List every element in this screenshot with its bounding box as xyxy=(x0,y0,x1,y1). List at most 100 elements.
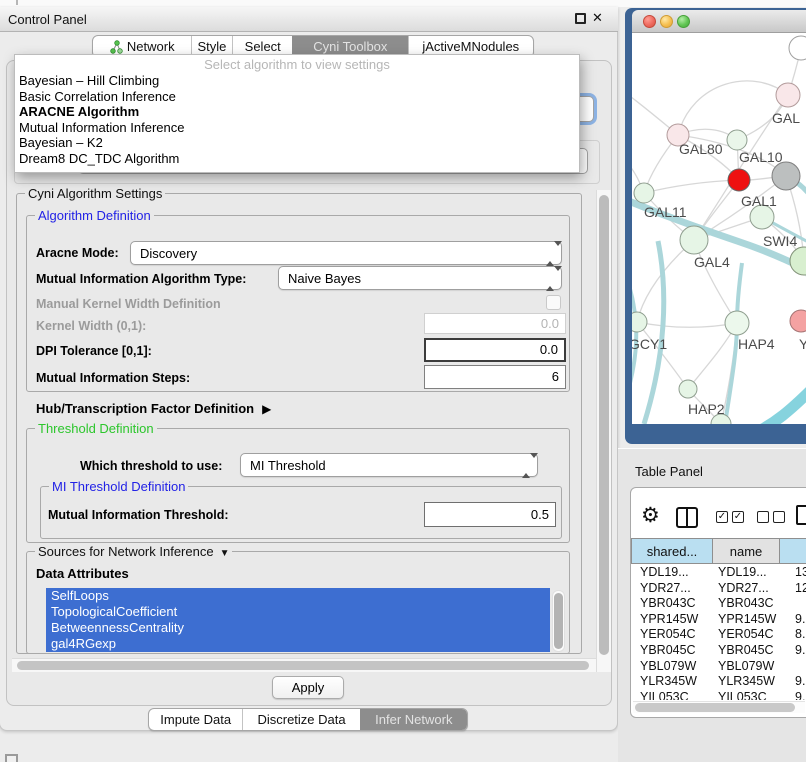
node-label: SWI4 xyxy=(763,233,797,249)
table-cell: YDR27... xyxy=(631,581,712,597)
bottom-tabs: Impute Data Discretize Data Infer Networ… xyxy=(148,708,468,731)
table-row[interactable]: YBR045CYBR045C9. xyxy=(631,643,806,659)
sources-legend: Sources for Network Inference▼ xyxy=(35,544,232,559)
column-layout-icon[interactable] xyxy=(676,507,698,528)
network-node-gal[interactable] xyxy=(776,83,800,107)
table-row[interactable]: YER054CYER054C8. xyxy=(631,627,806,643)
attributes-list-scrollbar[interactable] xyxy=(552,590,565,652)
table-cell: YDL19... xyxy=(631,565,712,581)
aracne-mode-combobox[interactable]: Discovery xyxy=(130,241,562,265)
top-tick xyxy=(16,0,18,5)
which-threshold-combobox[interactable]: MI Threshold xyxy=(240,453,538,477)
table-row[interactable]: YPR145WYPR145W9. xyxy=(631,612,806,628)
table-row[interactable]: YDR27...YDR27...12 xyxy=(631,581,806,597)
network-node[interactable] xyxy=(789,36,806,60)
network-node-gal4[interactable] xyxy=(680,226,708,254)
checked-checkbox-icon[interactable]: ✓ xyxy=(716,511,728,523)
network-node-gal11[interactable] xyxy=(634,183,654,203)
minimized-panel-icon[interactable] xyxy=(5,754,18,762)
table-cell: YBR043C xyxy=(712,596,779,612)
node-label: GAL4 xyxy=(694,254,730,270)
close-traffic-light[interactable] xyxy=(643,15,656,28)
unchecked-checkbox-icon[interactable] xyxy=(757,511,769,523)
table-row[interactable]: YBR043CYBR043C xyxy=(631,596,806,612)
gear-icon[interactable]: ⚙ xyxy=(641,503,660,528)
float-window-icon[interactable] xyxy=(575,13,586,24)
table-cell: 9. xyxy=(779,690,806,700)
stepper-arrows-icon xyxy=(546,246,555,261)
zoom-traffic-light[interactable] xyxy=(677,15,690,28)
table-horizontal-scrollbar-thumb[interactable] xyxy=(635,703,795,712)
checked-checkbox-icon[interactable]: ✓ xyxy=(732,511,744,523)
table-cell: 8. xyxy=(779,627,806,643)
network-canvas[interactable]: GALGAL80GAL10GAL1SWI4GAL11GAL4GCY1HAP4YH… xyxy=(632,33,806,424)
dpi-tolerance-value: 0.0 xyxy=(540,342,558,357)
algorithm-option[interactable]: Dream8 DC_TDC Algorithm xyxy=(15,151,579,167)
tab-style-label: Style xyxy=(198,39,227,54)
tab-discretize-data[interactable]: Discretize Data xyxy=(242,709,359,730)
kernel-width-field[interactable]: 0.0 xyxy=(424,313,566,334)
table-row[interactable]: YLR345WYLR345W9. xyxy=(631,674,806,690)
control-panel-titlebar xyxy=(0,7,618,32)
screen: Control Panel ✕ Network Style Select Cyn… xyxy=(0,0,806,762)
table-row[interactable]: YDL19...YDL19...13 xyxy=(631,565,806,581)
hub-definition-toggle[interactable]: Hub/Transcription Factor Definition▶ xyxy=(36,401,271,416)
algorithm-option-list: Bayesian – Hill ClimbingBasic Correlatio… xyxy=(15,73,579,166)
attributes-list-scrollbar-thumb[interactable] xyxy=(554,593,563,649)
network-node-hap4[interactable] xyxy=(725,311,749,335)
attribute-list-item[interactable]: SelfLoops xyxy=(46,588,550,604)
network-node-hap2[interactable] xyxy=(679,380,697,398)
network-window-titlebar xyxy=(632,10,806,33)
column-header-partial[interactable] xyxy=(779,538,806,564)
apply-button[interactable]: Apply xyxy=(272,676,344,699)
tab-impute-data[interactable]: Impute Data xyxy=(149,709,242,730)
table-cell: 12 xyxy=(779,581,806,597)
node-label: Y xyxy=(799,336,806,352)
settings-horizontal-scrollbar-thumb[interactable] xyxy=(17,661,589,670)
table-horizontal-scrollbar[interactable] xyxy=(633,701,805,713)
manual-kernel-width-checkbox[interactable] xyxy=(546,295,561,310)
algorithm-option[interactable]: Bayesian – Hill Climbing xyxy=(15,73,579,89)
dpi-tolerance-field[interactable]: 0.0 xyxy=(424,338,566,362)
algorithm-option[interactable]: Mutual Information Inference xyxy=(15,120,579,136)
document-icon[interactable] xyxy=(796,505,806,525)
attribute-list-item[interactable]: BetweennessCentrality xyxy=(46,620,550,636)
column-header-shared-name[interactable]: shared... xyxy=(631,538,713,564)
network-node[interactable] xyxy=(790,247,806,275)
unchecked-checkbox-icon[interactable] xyxy=(773,511,785,523)
close-icon[interactable]: ✕ xyxy=(592,10,603,26)
column-header-name[interactable]: name xyxy=(712,538,780,564)
table-row[interactable]: YBL079WYBL079W xyxy=(631,659,806,675)
network-node-gal10[interactable] xyxy=(727,130,747,150)
dpi-tolerance-label: DPI Tolerance [0,1]: xyxy=(36,344,152,358)
tab-select-label: Select xyxy=(245,39,281,54)
settings-vertical-scrollbar[interactable] xyxy=(596,190,611,672)
table-panel-title: Table Panel xyxy=(635,464,703,479)
attribute-list-item[interactable]: gal4RGexp xyxy=(46,636,550,652)
network-node-gal1[interactable] xyxy=(728,169,750,191)
tab-infer-network-label: Infer Network xyxy=(375,712,452,727)
settings-vertical-scrollbar-thumb[interactable] xyxy=(599,195,609,655)
algorithm-option[interactable]: Bayesian – K2 xyxy=(15,135,579,151)
mi-algorithm-type-combobox[interactable]: Naive Bayes xyxy=(278,266,562,290)
mi-steps-value: 6 xyxy=(552,369,559,384)
mi-steps-field[interactable]: 6 xyxy=(424,365,566,389)
algorithm-option[interactable]: ARACNE Algorithm xyxy=(15,104,579,120)
algorithm-option[interactable]: Basic Correlation Inference xyxy=(15,89,579,105)
table-row[interactable]: YIL053CYIL053C9. xyxy=(631,690,806,700)
network-node-y[interactable] xyxy=(790,310,806,332)
mi-threshold-field[interactable]: 0.5 xyxy=(424,502,556,527)
algorithm-popup-placeholder: Select algorithm to view settings xyxy=(15,57,579,73)
minimize-traffic-light[interactable] xyxy=(660,15,673,28)
network-node[interactable] xyxy=(772,162,800,190)
threshold-definition-legend: Threshold Definition xyxy=(35,421,157,436)
table-cell: YBL079W xyxy=(631,659,712,675)
network-node-gcy1[interactable] xyxy=(632,312,647,332)
settings-horizontal-scrollbar[interactable] xyxy=(12,658,596,672)
expanded-arrow-icon[interactable]: ▼ xyxy=(220,548,230,559)
node-label: GAL10 xyxy=(739,149,783,165)
hub-definition-label: Hub/Transcription Factor Definition xyxy=(36,401,254,416)
table-cell: YLR345W xyxy=(631,674,712,690)
attribute-list-item[interactable]: TopologicalCoefficient xyxy=(46,604,550,620)
tab-infer-network[interactable]: Infer Network xyxy=(360,709,467,730)
